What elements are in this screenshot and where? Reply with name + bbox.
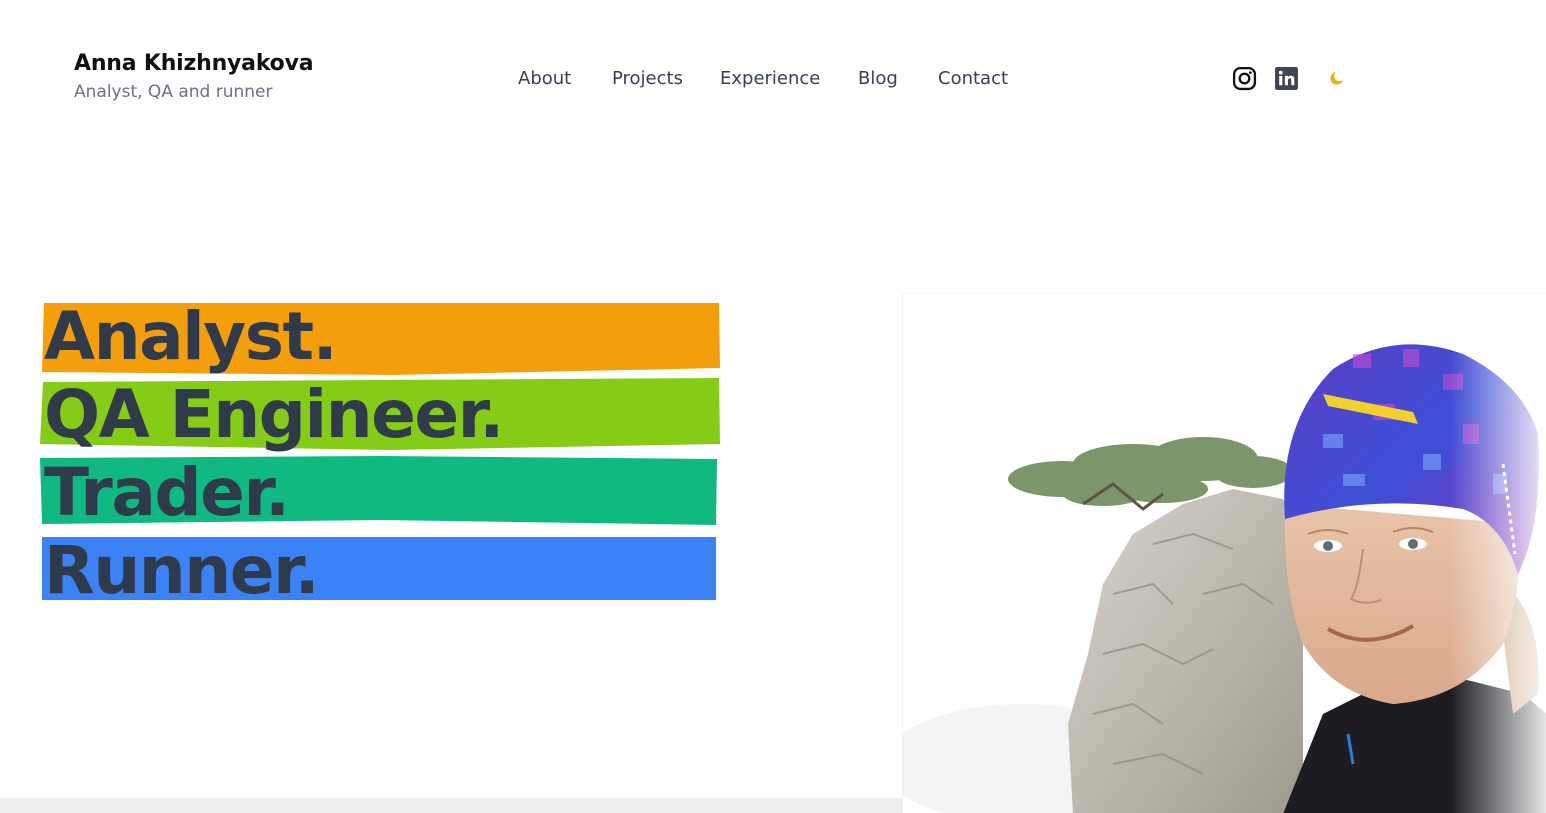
section-divider: [0, 798, 902, 813]
portrait-illustration: [903, 294, 1546, 813]
linkedin-icon[interactable]: [1274, 66, 1299, 91]
hero-word-trader: Trader.: [40, 456, 722, 534]
hero-headline: Analyst. QA Engineer. Trader. Runner.: [40, 300, 722, 612]
moon-icon[interactable]: [1328, 69, 1346, 87]
nav-about[interactable]: About: [518, 64, 571, 94]
hero-word-text: Runner.: [44, 532, 320, 609]
site-title[interactable]: Anna Khizhnyakova: [74, 50, 314, 78]
site-tagline: Analyst, QA and runner: [74, 82, 273, 102]
hero-word-qa-engineer: QA Engineer.: [40, 378, 722, 456]
page: Anna Khizhnyakova Analyst, QA and runner…: [0, 0, 1546, 813]
hero-word-text: Trader.: [44, 454, 290, 531]
instagram-icon[interactable]: [1232, 66, 1257, 91]
nav-blog[interactable]: Blog: [858, 64, 898, 94]
nav-contact[interactable]: Contact: [938, 64, 1008, 94]
portrait-photo: [902, 293, 1546, 813]
hero-word-analyst: Analyst.: [40, 300, 722, 378]
hero-word-runner: Runner.: [40, 534, 722, 612]
nav-experience[interactable]: Experience: [720, 64, 820, 94]
site-brand[interactable]: Anna Khizhnyakova Analyst, QA and runner: [74, 50, 314, 104]
hero-word-text: QA Engineer.: [44, 376, 504, 453]
nav-projects[interactable]: Projects: [612, 64, 683, 94]
hero-word-text: Analyst.: [44, 298, 338, 375]
